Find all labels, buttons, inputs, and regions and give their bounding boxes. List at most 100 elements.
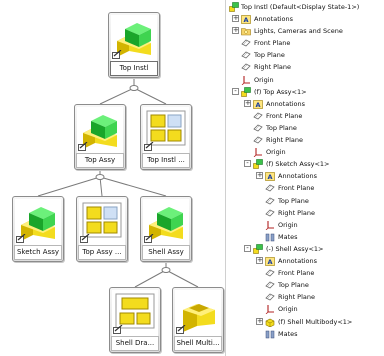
assembly-badge-icon xyxy=(144,234,154,243)
tree-item[interactable]: Front Plane xyxy=(226,37,290,49)
tree-item[interactable]: + A Annotations xyxy=(226,13,293,25)
mates-icon xyxy=(265,330,275,338)
node-label: Top Assy xyxy=(76,153,124,168)
plane-icon xyxy=(241,63,251,71)
tree-item[interactable]: Front Plane xyxy=(226,182,314,194)
assembly-badge-icon xyxy=(112,50,122,59)
svg-text:A: A xyxy=(243,16,248,24)
tree-item[interactable]: + A Annotations xyxy=(226,255,317,267)
tree-item-label: Right Plane xyxy=(278,208,316,217)
feature-tree: Top Instl (Default<Display State-1>) + A A… xyxy=(225,0,384,356)
tree-root-row[interactable]: Top Instl (Default<Display State-1>) xyxy=(229,1,359,13)
tree-item-label: Annotations xyxy=(278,257,318,265)
plane-icon xyxy=(253,136,263,144)
plane-icon xyxy=(265,184,275,192)
plane-icon xyxy=(265,209,275,217)
tree-item[interactable]: + A Annotations xyxy=(226,98,305,110)
tree-item-label: Right Plane xyxy=(266,136,304,144)
tree-item[interactable]: Origin xyxy=(226,303,298,315)
tree-item[interactable]: Top Plane xyxy=(226,279,309,291)
lights-folder-icon xyxy=(241,28,251,36)
tree-item-label: Front Plane xyxy=(278,269,315,278)
tree-item-label: Front Plane xyxy=(266,111,303,120)
tree-item-label: Top Plane xyxy=(266,123,297,132)
tree-item[interactable]: - (-) Shell Assy<1> xyxy=(226,243,324,255)
assembly-icon xyxy=(253,159,263,169)
plane-icon xyxy=(265,197,275,204)
collapse-icon[interactable]: - xyxy=(244,244,251,252)
tree-item[interactable]: + A Annotations xyxy=(226,170,317,182)
plane-icon xyxy=(241,39,251,47)
annotations-icon: A xyxy=(253,99,263,109)
assembly-icon xyxy=(229,2,239,12)
collapse-icon[interactable]: - xyxy=(232,87,239,95)
tree-item[interactable]: Right Plane xyxy=(226,61,291,73)
tree-item[interactable]: Origin xyxy=(226,219,298,231)
tree-item-label: (f) Shell Multibody<1> xyxy=(278,317,353,326)
diagram-node-shell-assy[interactable]: Shell Assy xyxy=(140,196,192,262)
tree-item-label: Mates xyxy=(278,329,298,338)
tree-item[interactable]: Mates xyxy=(226,231,298,243)
plane-icon xyxy=(253,124,263,132)
diagram-node-top-assy[interactable]: Top Assy xyxy=(74,104,126,170)
annotations-icon: A xyxy=(265,172,275,181)
tree-item-label: Top Plane xyxy=(278,196,309,205)
mates-icon xyxy=(265,233,275,242)
svg-text:A: A xyxy=(267,258,272,266)
tree-item[interactable]: Top Plane xyxy=(226,122,297,134)
svg-text:A: A xyxy=(255,101,260,109)
plane-icon xyxy=(265,293,275,301)
assembly-badge-icon xyxy=(78,142,88,151)
node-label: Shell Assy xyxy=(142,245,190,260)
tree-item-label: Origin xyxy=(278,220,298,229)
expand-icon[interactable]: + xyxy=(256,317,263,325)
assembly-badge-icon xyxy=(16,234,26,243)
tree-item[interactable]: Front Plane xyxy=(226,110,302,122)
part-icon xyxy=(265,318,275,327)
origin-icon xyxy=(253,148,262,158)
tree-root-label: Top Instl (Default<Display State-1>) xyxy=(241,3,360,11)
tree-item-label: Mates xyxy=(278,232,298,241)
tree-item[interactable]: Origin xyxy=(226,74,274,86)
tree-item[interactable]: + (f) Shell Multibody<1> xyxy=(226,316,352,328)
tree-item-label: Lights, Cameras and Scene xyxy=(254,27,343,36)
origin-icon xyxy=(265,305,274,315)
diagram-node-shell-drawing[interactable]: Shell Dra... xyxy=(109,287,161,353)
tree-item-label: Front Plane xyxy=(278,184,315,193)
node-label: Top Instl ... xyxy=(142,153,190,168)
tree-item[interactable]: Right Plane xyxy=(226,207,315,219)
tree-item-label: Origin xyxy=(266,148,286,157)
tree-item-label: Front Plane xyxy=(254,39,291,48)
tree-item[interactable]: Origin xyxy=(226,146,286,158)
tree-item[interactable]: Top Plane xyxy=(226,195,309,207)
expand-icon[interactable]: + xyxy=(244,99,251,107)
tree-item[interactable]: Top Plane xyxy=(226,49,285,61)
tree-item[interactable]: Right Plane xyxy=(226,134,303,146)
plane-icon xyxy=(253,112,263,120)
tree-item-label: (f) Sketch Assy<1> xyxy=(266,160,330,169)
tree-item[interactable]: - (f) Sketch Assy<1> xyxy=(226,158,330,170)
node-label: Top Assy ... xyxy=(78,245,126,260)
drawing-badge-icon xyxy=(80,234,90,243)
expand-icon[interactable]: + xyxy=(232,15,239,22)
expand-icon[interactable]: + xyxy=(256,172,263,180)
drawing-badge-icon xyxy=(113,325,123,334)
diagram-node-top-instl-drawing[interactable]: Top Instl ... xyxy=(140,104,192,170)
diagram-node-top-instl[interactable]: Top Instl xyxy=(108,12,160,78)
tree-item-label: Top Plane xyxy=(278,281,309,290)
diagram-node-top-assy-drawing[interactable]: Top Assy ... xyxy=(76,196,128,262)
expand-icon[interactable]: + xyxy=(232,27,239,35)
assembly-diagram: Top Instl Top Assy Top Instl ... Sketch … xyxy=(0,0,225,356)
collapse-icon[interactable]: - xyxy=(244,160,251,168)
tree-item[interactable]: Front Plane xyxy=(226,267,314,279)
tree-item[interactable]: - (f) Top Assy<1> xyxy=(226,86,307,98)
diagram-node-sketch-assy[interactable]: Sketch Assy xyxy=(12,196,64,262)
diagram-node-shell-multibody[interactable]: Shell Multi... xyxy=(172,287,224,353)
tree-item[interactable]: Mates xyxy=(226,328,298,340)
svg-text:A: A xyxy=(267,173,272,181)
tree-item[interactable]: Right Plane xyxy=(226,291,315,303)
node-label: Sketch Assy xyxy=(14,245,62,260)
assembly-icon xyxy=(241,86,251,97)
expand-icon[interactable]: + xyxy=(256,257,263,264)
tree-item[interactable]: + Lights, Cameras and Scene xyxy=(226,25,343,37)
